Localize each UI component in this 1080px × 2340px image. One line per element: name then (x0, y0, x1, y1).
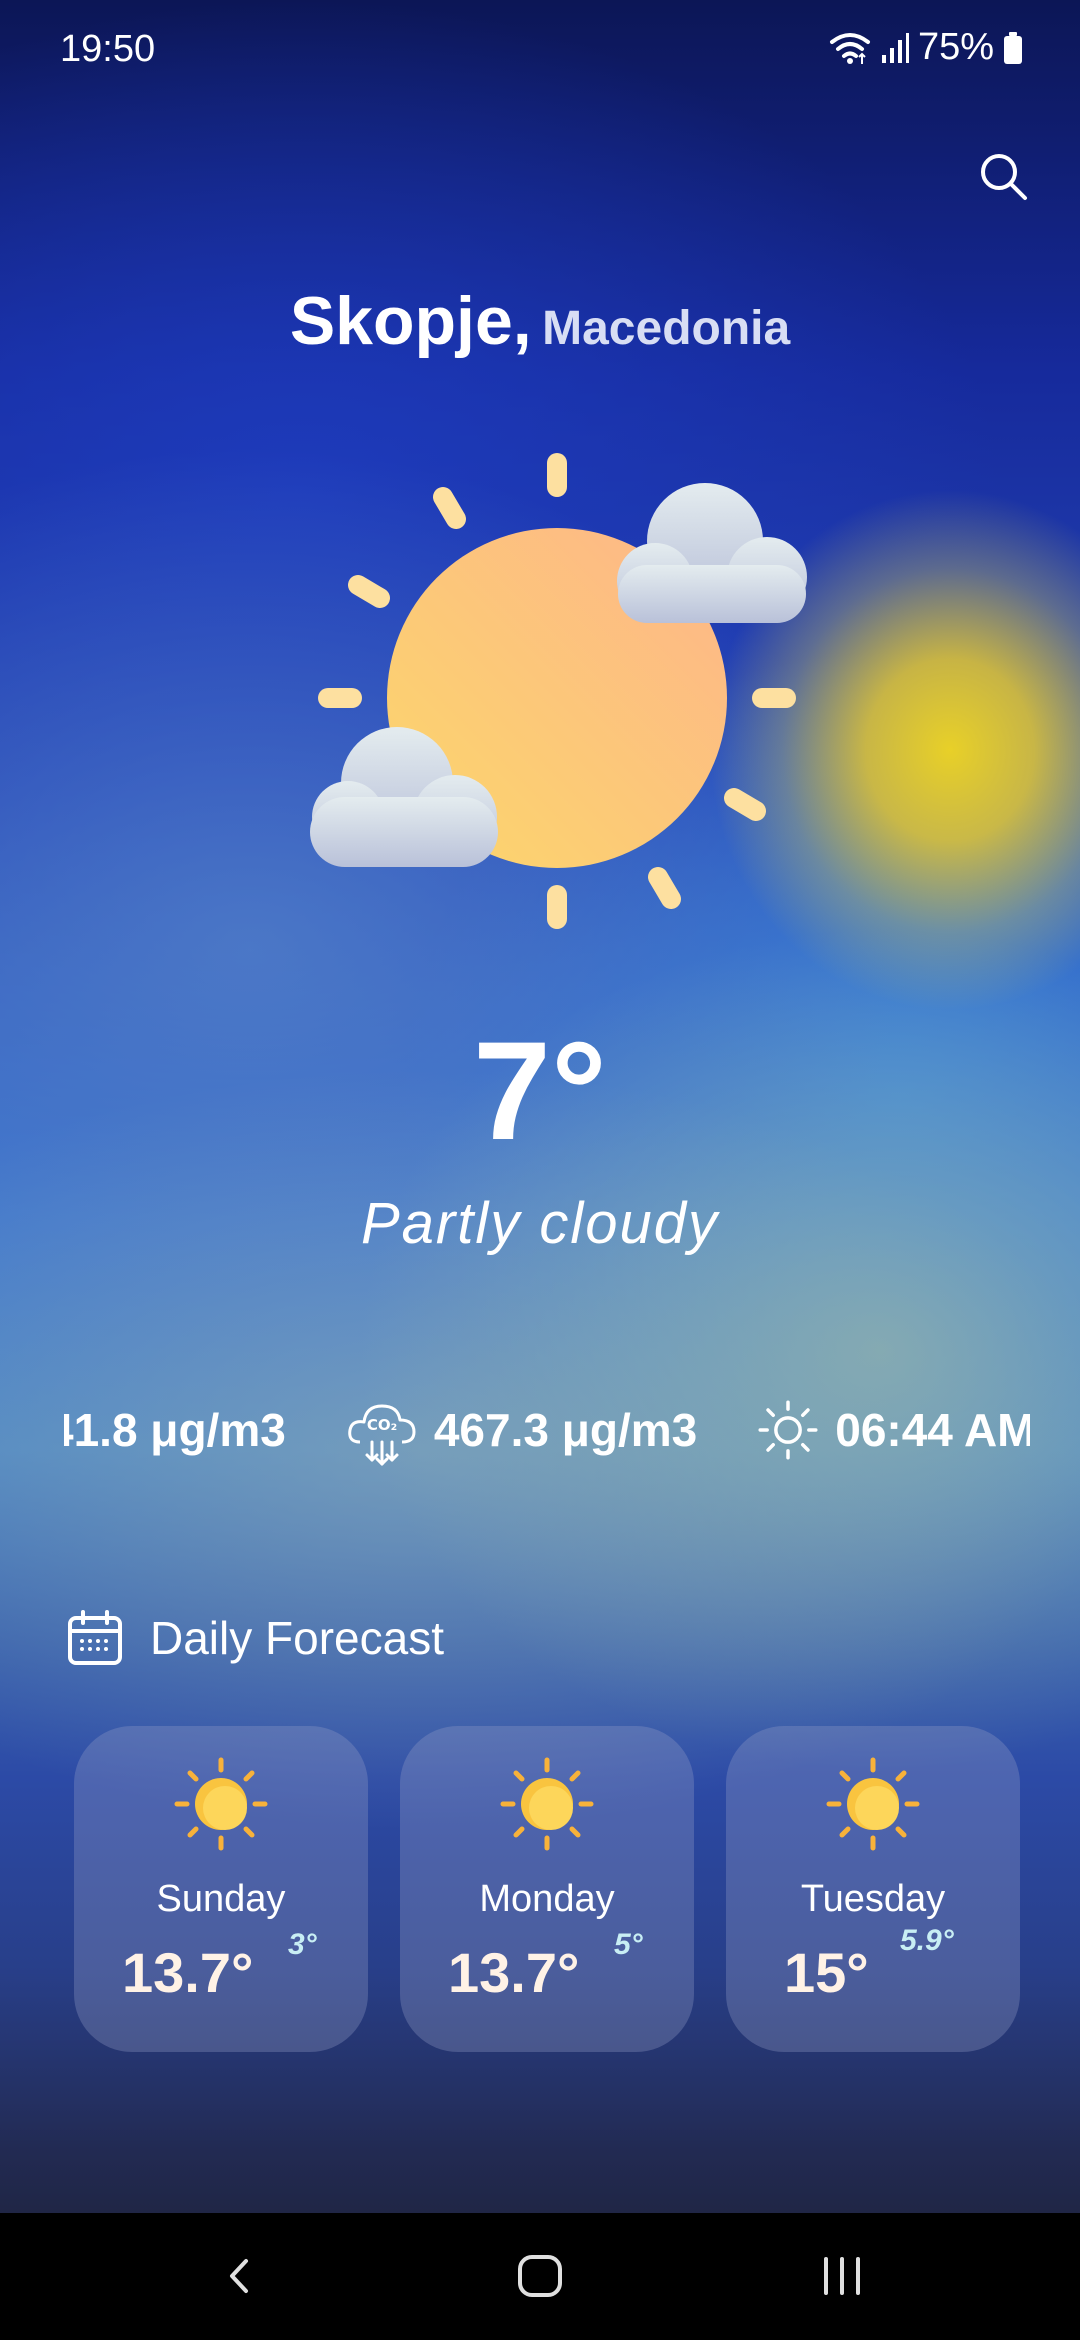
forecast-card-tuesday[interactable]: Tuesday 15° 5.9° (726, 1726, 1020, 2052)
daily-forecast-title: Daily Forecast (150, 1612, 444, 1664)
status-time: 19:50 (60, 28, 156, 70)
daily-forecast-header: Daily Forecast (66, 1608, 444, 1668)
svg-text:CO₂: CO₂ (367, 1416, 397, 1434)
forecast-day: Sunday (156, 1878, 286, 1920)
forecast-high: 13.7° (122, 1941, 254, 2004)
home-button[interactable] (500, 2241, 580, 2311)
metric-particulate: 41.8 μg/m3 (64, 1403, 286, 1457)
current-temperature: 7° (473, 1012, 607, 1169)
forecast-day: Tuesday (800, 1878, 946, 1920)
forecast-card-monday[interactable]: Monday 13.7° 5° (400, 1726, 694, 2052)
forecast-high: 15° (784, 1941, 869, 2004)
metrics-strip[interactable]: 41.8 μg/m3 CO₂ 467.3 μg/m3 06:44 AM (64, 1385, 1030, 1475)
sun-icon (500, 1757, 594, 1851)
calendar-icon (68, 1610, 122, 1665)
wifi-icon (829, 32, 870, 64)
status-bar: 19:50 75% (0, 0, 1080, 100)
status-icons: 75% (828, 26, 1024, 69)
metrics-track: 41.8 μg/m3 CO₂ 467.3 μg/m3 06:44 AM (64, 1385, 1030, 1475)
metric-value: 467.3 μg/m3 (433, 1404, 698, 1456)
country-name: Macedonia (542, 302, 791, 355)
metric-sunrise: 06:44 AM (755, 1397, 1030, 1463)
metric-value: 41.8 μg/m3 (64, 1404, 286, 1456)
recents-button[interactable] (802, 2241, 882, 2311)
search-icon (981, 154, 1027, 200)
forecast-card-sunday[interactable]: Sunday 13.7° 3° (74, 1726, 368, 2052)
metric-value: 06:44 AM (835, 1404, 1030, 1456)
system-nav-bar (0, 2213, 1080, 2340)
weather-condition: Partly cloudy (360, 1191, 720, 1256)
battery-icon (1004, 31, 1022, 64)
back-icon (230, 2259, 248, 2293)
sun-icon (174, 1757, 268, 1851)
forecast-low: 5.9° (900, 1924, 954, 1957)
search-button[interactable] (975, 148, 1031, 204)
sun-icon (826, 1757, 920, 1851)
forecast-high: 13.7° (448, 1941, 580, 2004)
forecast-day: Monday (479, 1878, 615, 1920)
forecast-cards: Sunday 13.7° 3° Monday 13.7° 5° Tuesday … (74, 1726, 1020, 2052)
signal-icon (881, 32, 909, 63)
sunrise-icon (758, 1400, 818, 1460)
back-button[interactable] (200, 2241, 280, 2311)
forecast-low: 3° (288, 1928, 317, 1961)
weather-screen: 19:50 75% Skopje, Macedonia 7° Partly cl… (0, 0, 1080, 2340)
partly-cloudy-icon (310, 453, 807, 929)
forecast-low: 5° (614, 1928, 643, 1961)
home-icon (518, 2255, 562, 2297)
location-heading: Skopje, Macedonia (0, 282, 1080, 360)
recents-icon (824, 2257, 860, 2295)
city-name: Skopje, (289, 283, 532, 359)
metric-co2: CO₂ 467.3 μg/m3 (344, 1392, 697, 1468)
battery-percent: 75% (917, 26, 994, 68)
co2-icon: CO₂ (348, 1404, 416, 1466)
